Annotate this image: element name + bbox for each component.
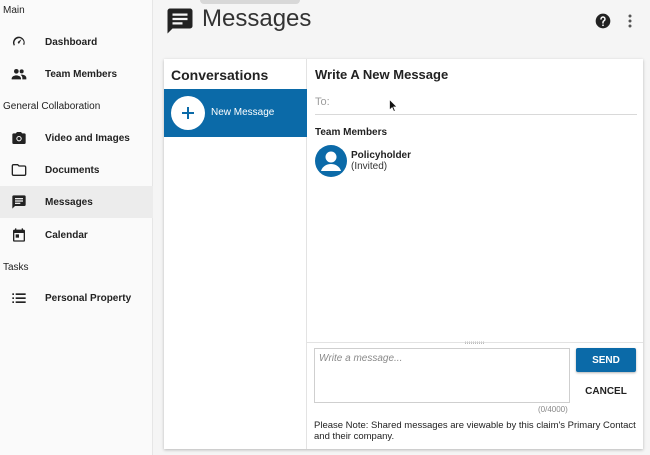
to-input[interactable] xyxy=(315,90,637,115)
message-icon xyxy=(11,194,27,210)
new-message-label: New Message xyxy=(211,107,275,118)
sidebar-item-label: Messages xyxy=(45,196,93,208)
people-icon xyxy=(11,66,27,82)
member-item[interactable]: Policyholder (Invited) xyxy=(315,145,515,177)
camera-icon xyxy=(11,130,27,146)
sidebar-item-label: Calendar xyxy=(45,229,88,241)
sidebar-item-messages[interactable]: Messages xyxy=(0,186,153,218)
team-members-label: Team Members xyxy=(315,127,388,138)
send-button[interactable]: SEND xyxy=(576,348,636,372)
folder-icon xyxy=(11,162,27,178)
speedometer-icon xyxy=(11,34,27,50)
help-icon[interactable] xyxy=(595,13,611,29)
member-name: Policyholder xyxy=(351,150,412,161)
sidebar-item-personal-property[interactable]: Personal Property xyxy=(0,282,153,314)
messages-card: Conversations New Message Write A New Me… xyxy=(164,59,643,449)
sidebar-item-video-images[interactable]: Video and Images xyxy=(0,122,153,154)
sidebar: Main Dashboard Team Members General Coll… xyxy=(0,0,153,455)
new-message-item[interactable]: New Message xyxy=(164,89,307,137)
sharing-note: Please Note: Shared messages are viewabl… xyxy=(314,420,636,442)
resize-handle[interactable] xyxy=(465,341,485,344)
compose-title: Write A New Message xyxy=(315,67,449,82)
section-label-tasks: Tasks xyxy=(3,262,29,273)
sidebar-item-calendar[interactable]: Calendar xyxy=(0,219,153,251)
sidebar-item-label: Video and Images xyxy=(45,132,130,144)
section-label-collab: General Collaboration xyxy=(3,101,101,112)
conversations-title: Conversations xyxy=(171,67,269,83)
member-status: (Invited) xyxy=(351,161,388,172)
message-icon xyxy=(165,6,195,36)
sidebar-item-label: Team Members xyxy=(45,68,118,80)
sidebar-item-documents[interactable]: Documents xyxy=(0,154,153,186)
calendar-icon xyxy=(11,227,27,243)
top-shadow xyxy=(200,0,300,4)
char-counter: (0/4000) xyxy=(538,405,568,414)
more-vert-icon[interactable] xyxy=(624,13,636,29)
avatar xyxy=(315,145,347,177)
sidebar-item-label: Personal Property xyxy=(45,292,132,304)
cancel-button[interactable]: CANCEL xyxy=(576,379,636,403)
sidebar-item-label: Dashboard xyxy=(45,36,98,48)
section-label-main: Main xyxy=(3,5,25,16)
compose-panel: Write A New Message Team Members Policyh… xyxy=(307,59,643,449)
message-input[interactable] xyxy=(314,348,570,403)
list-icon xyxy=(11,290,27,306)
page-title: Messages xyxy=(202,5,312,32)
conversations-panel: Conversations New Message xyxy=(164,59,307,449)
mouse-cursor-icon xyxy=(389,99,398,112)
plus-icon xyxy=(171,96,205,130)
sidebar-item-team-members[interactable]: Team Members xyxy=(0,58,153,90)
sidebar-item-label: Documents xyxy=(45,164,100,176)
sidebar-item-dashboard[interactable]: Dashboard xyxy=(0,26,153,58)
